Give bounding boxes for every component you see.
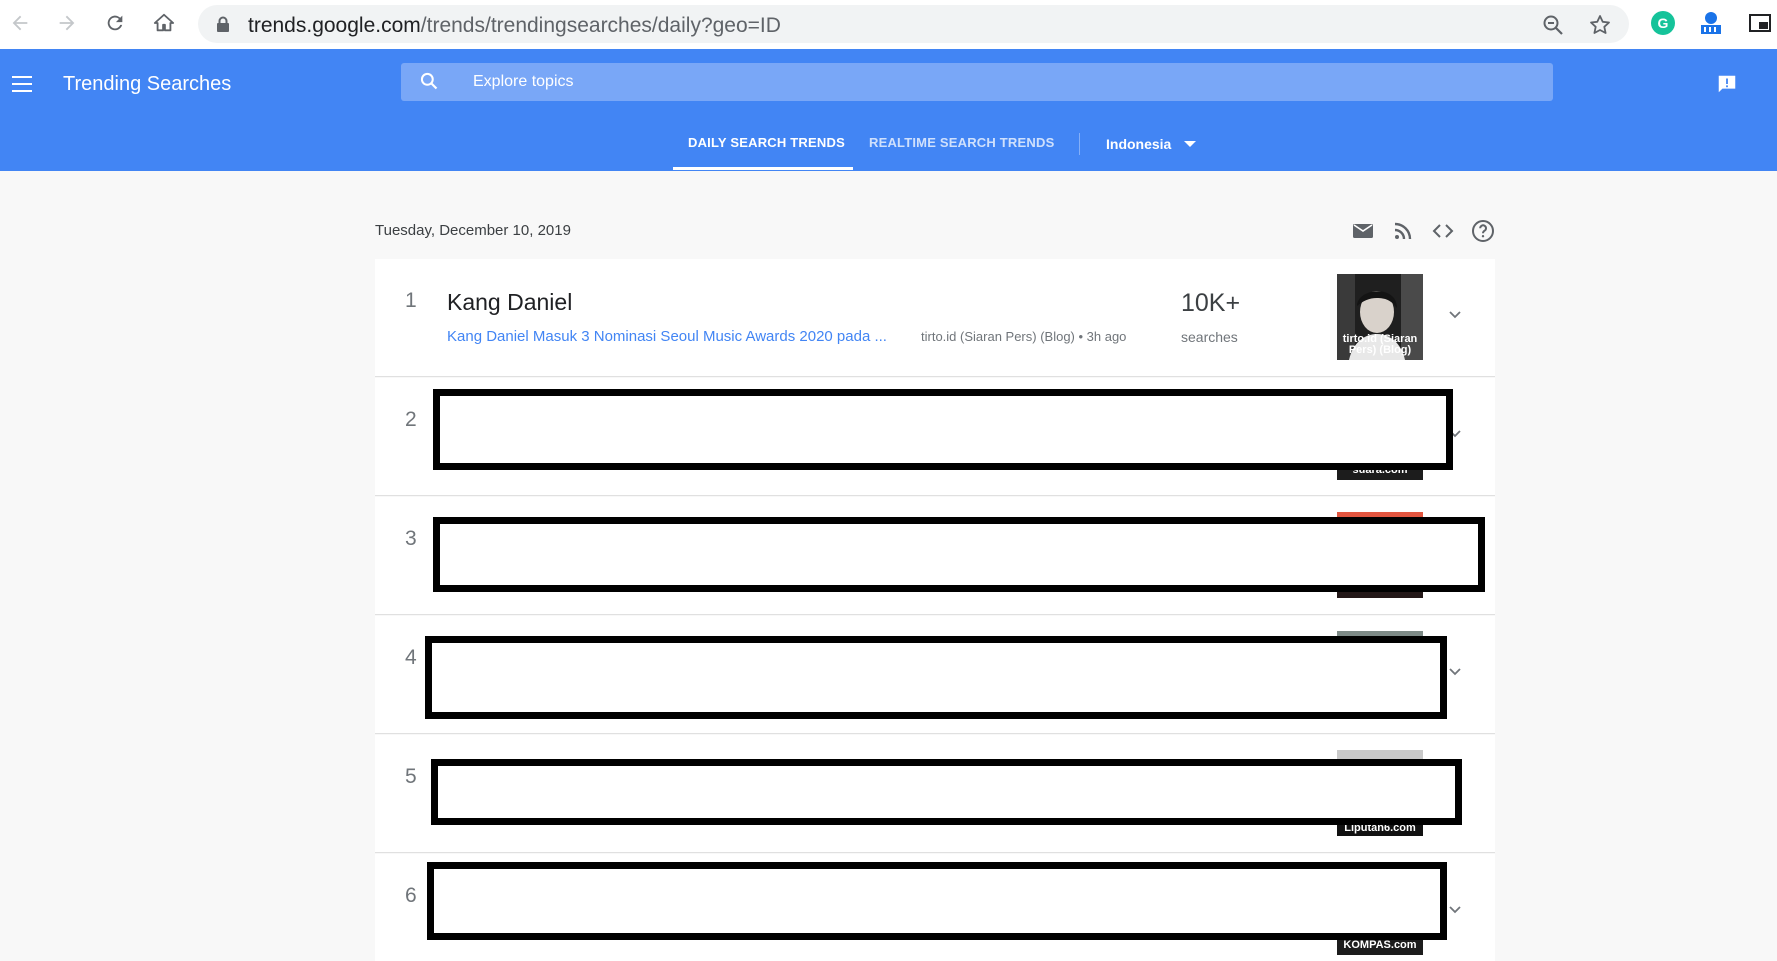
browser-toolbar: trends.google.com/trends/trendingsearche… xyxy=(0,0,1777,49)
trend-rank: 6 xyxy=(405,884,417,907)
app-header: Trending Searches Explore topics DAILY S… xyxy=(0,49,1777,171)
trend-rank: 2 xyxy=(405,408,417,431)
tab-realtime-search-trends[interactable]: REALTIME SEARCH TRENDS xyxy=(869,135,1054,150)
embed-code-icon[interactable] xyxy=(1431,219,1455,243)
search-count: 10K+ xyxy=(1181,289,1241,317)
bookmark-star-icon[interactable] xyxy=(1588,13,1612,37)
redaction-box xyxy=(433,389,1453,470)
expand-chevron-icon[interactable] xyxy=(1447,306,1463,322)
rss-feed-icon[interactable] xyxy=(1391,219,1415,243)
tab-daily-search-trends[interactable]: DAILY SEARCH TRENDS xyxy=(688,135,845,150)
picture-in-picture-icon[interactable] xyxy=(1747,10,1773,36)
trend-rank: 5 xyxy=(405,765,417,788)
zoom-icon[interactable] xyxy=(1541,13,1565,37)
tab-divider xyxy=(1079,133,1080,155)
redaction-box xyxy=(433,517,1485,592)
back-button[interactable] xyxy=(5,8,35,38)
search-placeholder: Explore topics xyxy=(473,73,574,90)
trend-title[interactable]: Kang Daniel xyxy=(447,289,572,316)
thumbnail-caption-line-2: Pers) (Blog) xyxy=(1348,344,1412,356)
redaction-box xyxy=(431,759,1462,825)
search-count-label: searches xyxy=(1181,329,1238,345)
forward-arrow-icon xyxy=(59,15,75,31)
back-arrow-icon xyxy=(12,15,28,31)
url-text: trends.google.com/trends/trendingsearche… xyxy=(248,14,781,38)
trend-rank: 4 xyxy=(405,646,417,669)
trend-item[interactable]: 1 Kang Daniel Kang Daniel Masuk 3 Nomina… xyxy=(375,259,1495,377)
menu-icon[interactable] xyxy=(12,75,34,93)
explore-search-bar[interactable]: Explore topics xyxy=(401,63,1553,101)
country-selector[interactable]: Indonesia xyxy=(1106,136,1171,152)
extension-icon[interactable] xyxy=(1698,10,1724,36)
redaction-box xyxy=(425,636,1447,719)
search-icon xyxy=(419,71,439,96)
trend-article-source: tirto.id (Siaran Pers) (Blog) • 3h ago xyxy=(921,329,1127,344)
thumbnail-caption: tirto.id (Siaran Pers) (Blog) xyxy=(1337,334,1423,356)
expand-chevron-icon[interactable] xyxy=(1447,663,1463,679)
active-tab-indicator xyxy=(673,167,853,170)
url-host: trends.google.com xyxy=(248,14,421,37)
home-button[interactable] xyxy=(149,8,179,38)
feedback-icon[interactable] xyxy=(1716,73,1738,100)
address-bar[interactable]: trends.google.com/trends/trendingsearche… xyxy=(198,5,1629,43)
help-icon[interactable] xyxy=(1471,219,1495,243)
grammarly-extension-icon[interactable]: G xyxy=(1650,10,1676,36)
reload-icon xyxy=(107,15,123,31)
home-icon xyxy=(153,13,175,32)
redaction-box xyxy=(427,862,1447,940)
dropdown-caret-icon[interactable] xyxy=(1184,141,1196,147)
trend-rank: 3 xyxy=(405,527,417,550)
forward-button[interactable] xyxy=(52,8,82,38)
url-path: /trends/trendingsearches/daily?geo=ID xyxy=(420,14,781,37)
trend-thumbnail[interactable]: tirto.id (Siaran Pers) (Blog) xyxy=(1337,274,1423,360)
trend-rank: 1 xyxy=(405,289,417,312)
svg-text:G: G xyxy=(1658,15,1669,31)
app-title: Trending Searches xyxy=(63,73,232,95)
expand-chevron-icon[interactable] xyxy=(1447,901,1463,917)
reload-button[interactable] xyxy=(100,8,130,38)
thumbnail-caption: KOMPAS.com xyxy=(1343,939,1417,951)
email-subscribe-icon[interactable] xyxy=(1351,219,1375,243)
trend-article-link[interactable]: Kang Daniel Masuk 3 Nominasi Seoul Music… xyxy=(447,328,887,345)
trends-date: Tuesday, December 10, 2019 xyxy=(375,222,571,239)
lock-icon xyxy=(216,16,230,37)
